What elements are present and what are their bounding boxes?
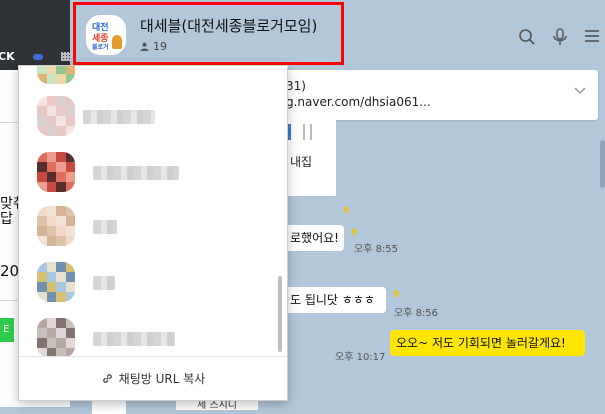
chat-scrollbar[interactable] (600, 140, 605, 188)
avatar (37, 318, 75, 356)
unread-count: 9 (351, 228, 358, 238)
card-image (284, 124, 312, 140)
microphone-icon[interactable] (552, 28, 568, 46)
message-time: 오후 10:17 (335, 352, 386, 363)
notice-line-1: 31) (286, 79, 306, 93)
member-name: member 4 (93, 220, 117, 234)
avatar (37, 262, 75, 302)
left-label: CK (0, 50, 15, 63)
notice-line-2[interactable]: g.naver.com/dhsia061... (286, 95, 431, 109)
copy-url-label: 채팅방 URL 복사 (118, 371, 206, 386)
avatar (37, 96, 75, 136)
message-time: 오후 8:55 (354, 244, 399, 255)
highlight-box (73, 2, 344, 65)
popup-scrollbar[interactable] (278, 276, 282, 352)
unread-count: 9 (393, 290, 400, 300)
avatar (37, 152, 75, 192)
apps-icon[interactable] (61, 52, 70, 61)
avatar (37, 206, 75, 246)
message-bubble[interactable]: 로했어요! (284, 225, 344, 251)
member-list[interactable]: member 2 member 3 member 4 member 5 member 6 (19, 66, 287, 356)
list-item[interactable]: member 5 (19, 256, 287, 308)
list-item[interactable]: member 3 (19, 146, 287, 198)
list-item[interactable] (19, 66, 287, 90)
card-text: 내집 (290, 155, 313, 169)
member-name: member 3 (93, 166, 179, 180)
copy-url-button[interactable]: 채팅방 URL 복사 (19, 357, 287, 399)
left-text-2: 답 (0, 211, 13, 227)
my-message-bubble[interactable]: 오오~ 저도 기회되면 놀러갈게요! (390, 330, 585, 356)
unread-count: 9 (343, 206, 350, 216)
list-item[interactable]: member 4 (19, 200, 287, 252)
left-toolbar: CK (0, 0, 70, 70)
search-icon[interactable] (518, 28, 536, 46)
link-icon (102, 373, 112, 383)
green-button[interactable]: E (0, 318, 14, 342)
list-item[interactable]: member 2 (19, 90, 287, 142)
list-item[interactable]: member 6 (19, 312, 287, 356)
message-bubble[interactable]: 도 됩니닷 ㅎㅎㅎ (284, 287, 386, 313)
message-time: 오후 8:56 (394, 308, 439, 319)
member-name: member 2 (83, 110, 155, 124)
blue-badge (33, 54, 43, 60)
chevron-down-icon[interactable] (574, 80, 586, 99)
member-name: member 6 (93, 332, 175, 346)
left-text-3: 20 (0, 262, 20, 280)
member-name: member 5 (93, 276, 115, 290)
menu-icon[interactable] (584, 28, 600, 44)
members-popup: member 2 member 3 member 4 member 5 member 6… (18, 65, 288, 401)
notice-bar[interactable]: 31) g.naver.com/dhsia061... (262, 70, 598, 120)
link-card[interactable]: 내집 (284, 120, 336, 196)
avatar (37, 66, 75, 84)
